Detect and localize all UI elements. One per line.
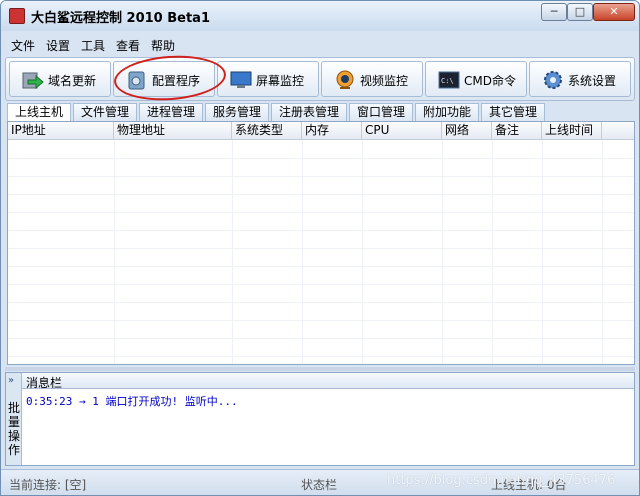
domain-update-label: 域名更新 — [48, 74, 97, 88]
col-cpu[interactable]: CPU — [362, 122, 442, 140]
col-memory[interactable]: 内存 — [302, 122, 362, 140]
cmd-icon: C:\ — [438, 71, 460, 89]
grid-line — [232, 140, 233, 364]
grid-line — [8, 176, 634, 177]
message-panel-title: 消息栏 — [26, 376, 63, 390]
close-button[interactable]: ✕ — [593, 3, 635, 21]
maximize-button[interactable]: □ — [567, 3, 593, 21]
grid-line — [492, 140, 493, 364]
batch-operation-label: 批量操作 — [7, 401, 20, 457]
col-mac[interactable]: 物理地址 — [114, 122, 232, 140]
app-window: 大白鲨远程控制 2010 Beta1 ─ □ ✕ 文件 设置 工具 查看 帮助 … — [0, 0, 640, 496]
menu-help[interactable]: 帮助 — [151, 37, 175, 54]
toolbar: 域名更新 配置程序 屏幕监控 视频监控 C:\ CMD命令 系统设置 — [5, 57, 635, 101]
grid-line — [8, 194, 634, 195]
status-bar: 当前连接: [空] 状态栏 上线主机: 0台 — [1, 469, 639, 495]
screen-monitor-label: 屏幕监控 — [256, 74, 305, 88]
grid-line — [362, 140, 363, 364]
menu-settings[interactable]: 设置 — [46, 37, 70, 54]
grid-line — [602, 140, 603, 364]
tab-addons[interactable]: 附加功能 — [415, 103, 479, 121]
tab-file-manager[interactable]: 文件管理 — [73, 103, 137, 121]
screen-monitor-icon — [230, 71, 252, 88]
col-network[interactable]: 网络 — [442, 122, 492, 140]
expand-icon[interactable]: » — [8, 375, 14, 386]
table-header: IP地址 物理地址 系统类型 内存 CPU 网络 备注 上线时间 — [8, 122, 634, 140]
message-panel: » 批量操作 消息栏 0:35:23 → 1 端口打开成功! 监听中... — [5, 372, 635, 466]
grid-line — [8, 284, 634, 285]
minimize-button[interactable]: ─ — [541, 3, 567, 21]
tab-process-manager[interactable]: 进程管理 — [139, 103, 203, 121]
grid-line — [8, 356, 634, 357]
system-settings-label: 系统设置 — [568, 74, 617, 88]
tab-service-manager[interactable]: 服务管理 — [205, 103, 269, 121]
grid-line — [114, 140, 115, 364]
grid-line — [542, 140, 543, 364]
video-monitor-button[interactable]: 视频监控 — [321, 61, 423, 97]
tab-window-manager[interactable]: 窗口管理 — [349, 103, 413, 121]
cmd-command-button[interactable]: C:\ CMD命令 — [425, 61, 527, 97]
tab-registry-manager[interactable]: 注册表管理 — [271, 103, 347, 121]
config-program-label: 配置程序 — [152, 74, 201, 88]
col-ip[interactable]: IP地址 — [8, 122, 114, 140]
window-title: 大白鲨远程控制 2010 Beta1 — [31, 11, 210, 26]
grid-line — [8, 320, 634, 321]
grid-line — [8, 212, 634, 213]
col-os[interactable]: 系统类型 — [232, 122, 302, 140]
status-online-count: 上线主机: 0台 — [491, 478, 567, 492]
menu-bar: 文件 设置 工具 查看 帮助 — [1, 33, 639, 55]
grid-line — [8, 230, 634, 231]
cmd-command-label: CMD命令 — [464, 74, 516, 88]
status-current-connection: 当前连接: [空] — [9, 478, 87, 492]
video-monitor-label: 视频监控 — [360, 74, 409, 88]
grid-line — [8, 158, 634, 159]
screen-monitor-button[interactable]: 屏幕监控 — [217, 61, 319, 97]
app-icon — [9, 8, 25, 24]
host-table[interactable]: IP地址 物理地址 系统类型 内存 CPU 网络 备注 上线时间 — [7, 121, 635, 365]
gear-icon — [544, 71, 562, 89]
title-bar[interactable]: 大白鲨远程控制 2010 Beta1 ─ □ ✕ — [1, 1, 639, 31]
svg-text:C:\: C:\ — [441, 77, 454, 85]
col-remark[interactable]: 备注 — [492, 122, 542, 140]
domain-update-button[interactable]: 域名更新 — [9, 61, 111, 97]
domain-update-icon — [22, 72, 44, 90]
tab-other-manager[interactable]: 其它管理 — [481, 103, 545, 121]
config-program-icon — [128, 71, 145, 90]
grid-line — [302, 140, 303, 364]
status-label: 状态栏 — [301, 478, 338, 492]
batch-operation-sidebar[interactable]: » 批量操作 — [6, 373, 22, 465]
grid-line — [442, 140, 443, 364]
grid-line — [8, 338, 634, 339]
grid-line — [8, 266, 634, 267]
webcam-icon — [336, 70, 354, 89]
message-line: 0:35:23 → 1 端口打开成功! 监听中... — [26, 395, 238, 408]
col-online-time[interactable]: 上线时间 — [542, 122, 602, 140]
config-program-button[interactable]: 配置程序 — [113, 61, 215, 97]
grid-line — [8, 248, 634, 249]
menu-file[interactable]: 文件 — [11, 37, 35, 54]
tab-online-hosts[interactable]: 上线主机 — [7, 103, 71, 122]
tab-strip: 上线主机 文件管理 进程管理 服务管理 注册表管理 窗口管理 附加功能 其它管理 — [5, 103, 635, 122]
panel-splitter[interactable] — [5, 367, 635, 371]
system-settings-button[interactable]: 系统设置 — [529, 61, 631, 97]
menu-view[interactable]: 查看 — [116, 37, 140, 54]
menu-tools[interactable]: 工具 — [81, 37, 105, 54]
message-panel-header: 消息栏 — [22, 373, 634, 390]
grid-line — [8, 302, 634, 303]
